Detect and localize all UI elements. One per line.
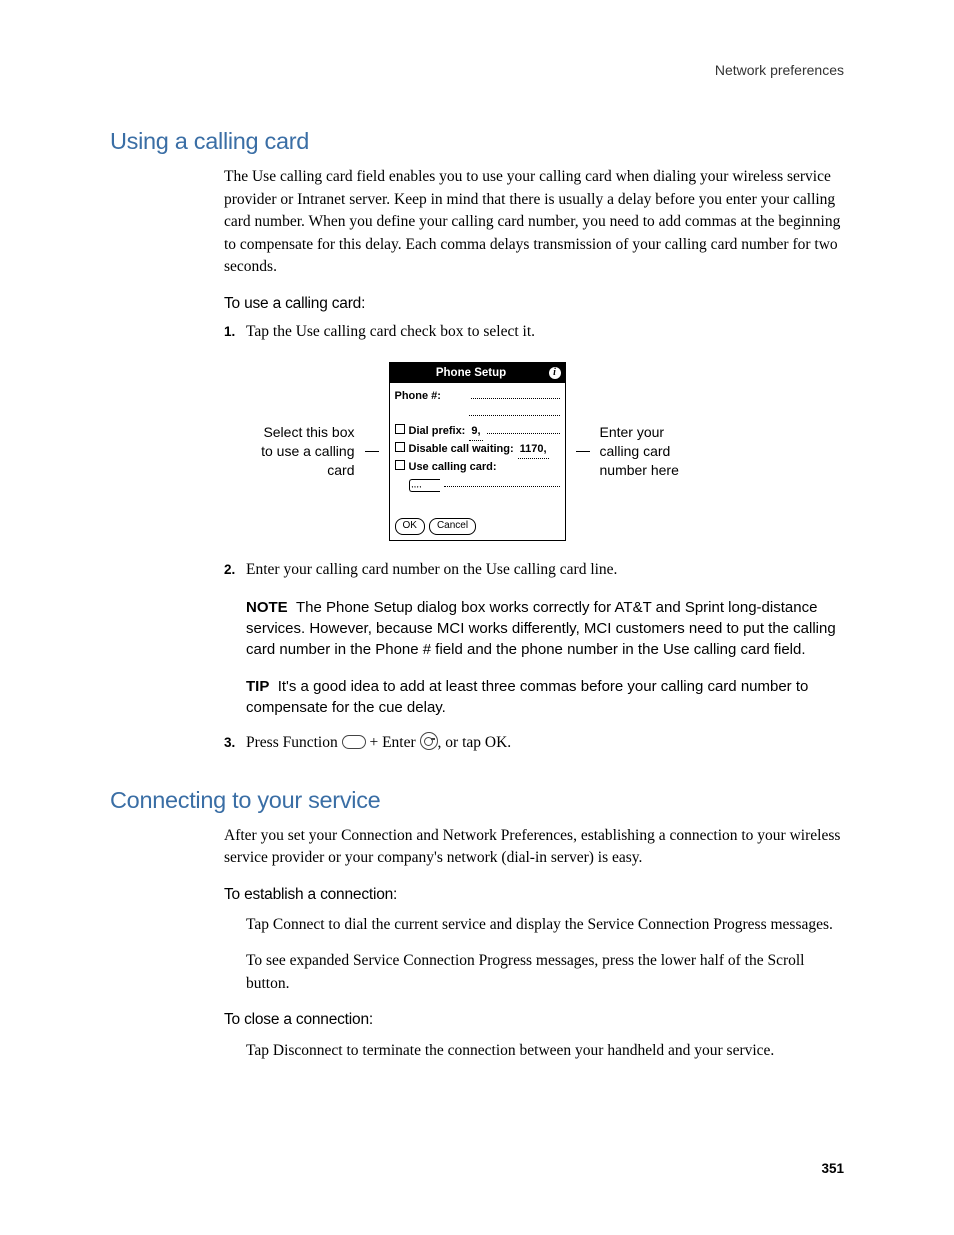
establish-step-1: Tap Connect to dial the current service … [246, 914, 844, 936]
dial-prefix-label: Dial prefix: [409, 424, 466, 440]
info-icon[interactable]: i [549, 367, 561, 379]
disable-call-waiting-row: Disable call waiting: 1170, [395, 442, 560, 459]
section-body: The Use calling card field enables you t… [224, 166, 844, 754]
section2-intro: After you set your Connection and Networ… [224, 825, 844, 870]
disable-cw-value[interactable]: 1170, [518, 442, 549, 459]
use-calling-card-checkbox[interactable] [395, 460, 405, 470]
step-text: Enter your calling card number on the Us… [246, 561, 617, 578]
enter-key-icon [420, 732, 438, 750]
step-2: 2. Enter your calling card number on the… [224, 559, 844, 718]
dialog-body: Phone #: Dial prefix: 9, [390, 383, 565, 539]
running-head: Network preferences [110, 60, 844, 80]
calling-card-input-row: ,,,, [409, 477, 560, 492]
step-text-c: , or tap OK. [438, 734, 512, 751]
dialog-titlebar: Phone Setup i [390, 363, 565, 384]
disable-cw-label: Disable call waiting: [409, 442, 514, 458]
dialog-title: Phone Setup [394, 365, 549, 382]
intro-paragraph: The Use calling card field enables you t… [224, 166, 844, 278]
use-calling-card-label: Use calling card: [409, 460, 497, 476]
section2-body: After you set your Connection and Networ… [224, 825, 844, 1063]
figure-left-callout: Select this box to use a calling card [255, 423, 355, 480]
step-list: 1. Tap the Use calling card check box to… [224, 321, 844, 343]
phone-number-row: Phone #: [395, 389, 560, 405]
phone-number-field-2[interactable] [469, 406, 560, 416]
phone-number-field[interactable] [471, 389, 560, 399]
page-number: 351 [821, 1159, 844, 1179]
note-box: NOTE The Phone Setup dialog box works co… [246, 597, 844, 660]
tip-box: TIP It's a good idea to add at least thr… [246, 676, 844, 718]
page: Network preferences Using a calling card… [0, 0, 954, 1235]
note-text: The Phone Setup dialog box works correct… [246, 599, 836, 658]
dialog-buttons: OK Cancel [395, 518, 560, 535]
cancel-button[interactable]: Cancel [429, 518, 476, 535]
note-label: NOTE [246, 599, 288, 616]
figure: Select this box to use a calling card Ph… [110, 362, 844, 541]
step-text: Tap the Use calling card check box to se… [246, 323, 535, 340]
tip-text: It's a good idea to add at least three c… [246, 678, 808, 716]
dial-prefix-row: Dial prefix: 9, [395, 424, 560, 441]
procedure-heading-use-card: To use a calling card: [224, 293, 844, 315]
step-1: 1. Tap the Use calling card check box to… [224, 321, 844, 343]
leader-line-right [576, 451, 590, 452]
use-calling-card-row: Use calling card: [395, 460, 560, 476]
step-number: 3. [224, 733, 235, 753]
step-text-b: + Enter [366, 734, 420, 751]
disable-cw-checkbox[interactable] [395, 442, 405, 452]
ok-button[interactable]: OK [395, 518, 425, 535]
function-key-icon [342, 735, 366, 749]
phone-number-label: Phone #: [395, 389, 441, 405]
heading-using-calling-card: Using a calling card [110, 124, 844, 158]
phone-number-row-2 [395, 406, 560, 416]
phone-setup-dialog: Phone Setup i Phone #: [389, 362, 566, 541]
establish-step-2: To see expanded Service Connection Progr… [246, 950, 844, 995]
tip-label: TIP [246, 678, 269, 695]
close-step-1: Tap Disconnect to terminate the connecti… [246, 1040, 844, 1062]
step-3: 3. Press Function + Enter , or tap OK. [224, 732, 844, 754]
dial-prefix-checkbox[interactable] [395, 424, 405, 434]
figure-right-callout: Enter your calling card number here [600, 423, 700, 480]
leader-line-left [365, 451, 379, 452]
step-list-cont: 2. Enter your calling card number on the… [224, 559, 844, 755]
step-number: 1. [224, 322, 235, 342]
procedure-heading-close: To close a connection: [224, 1009, 844, 1031]
heading-connecting-to-service: Connecting to your service [110, 783, 844, 817]
procedure-heading-establish: To establish a connection: [224, 884, 844, 906]
dial-prefix-value[interactable]: 9, [469, 424, 482, 441]
step-text-a: Press Function [246, 734, 342, 751]
step-number: 2. [224, 560, 235, 580]
calling-card-input[interactable]: ,,,, [409, 479, 440, 492]
